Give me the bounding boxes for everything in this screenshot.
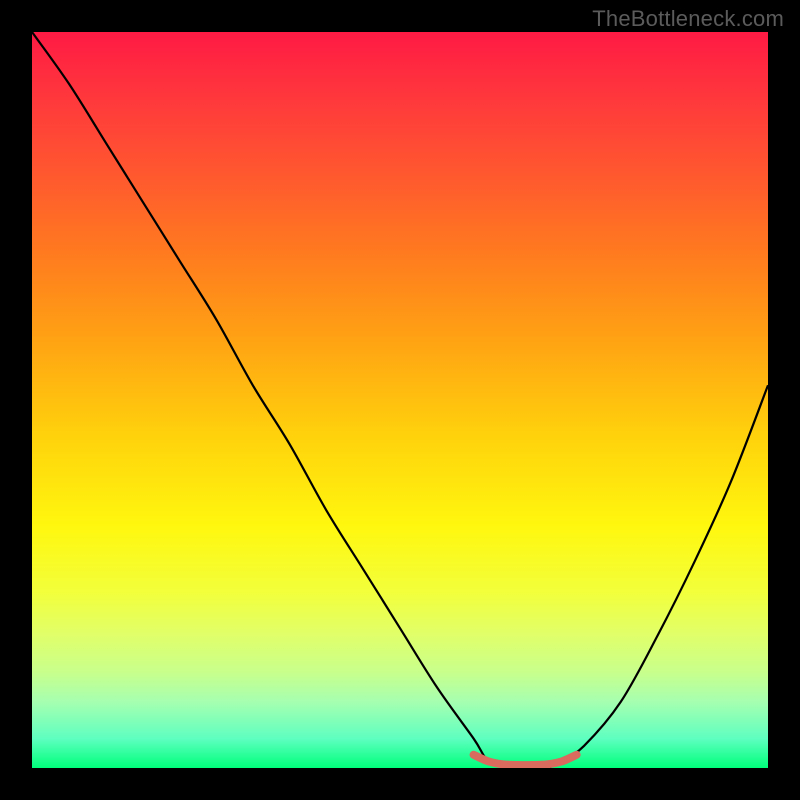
chart-svg <box>32 32 768 768</box>
watermark-text: TheBottleneck.com <box>592 6 784 32</box>
chart-frame: TheBottleneck.com <box>0 0 800 800</box>
target-band-path <box>474 755 577 765</box>
bottleneck-curve-path <box>32 32 768 768</box>
plot-area <box>32 32 768 768</box>
series-group <box>32 32 768 768</box>
